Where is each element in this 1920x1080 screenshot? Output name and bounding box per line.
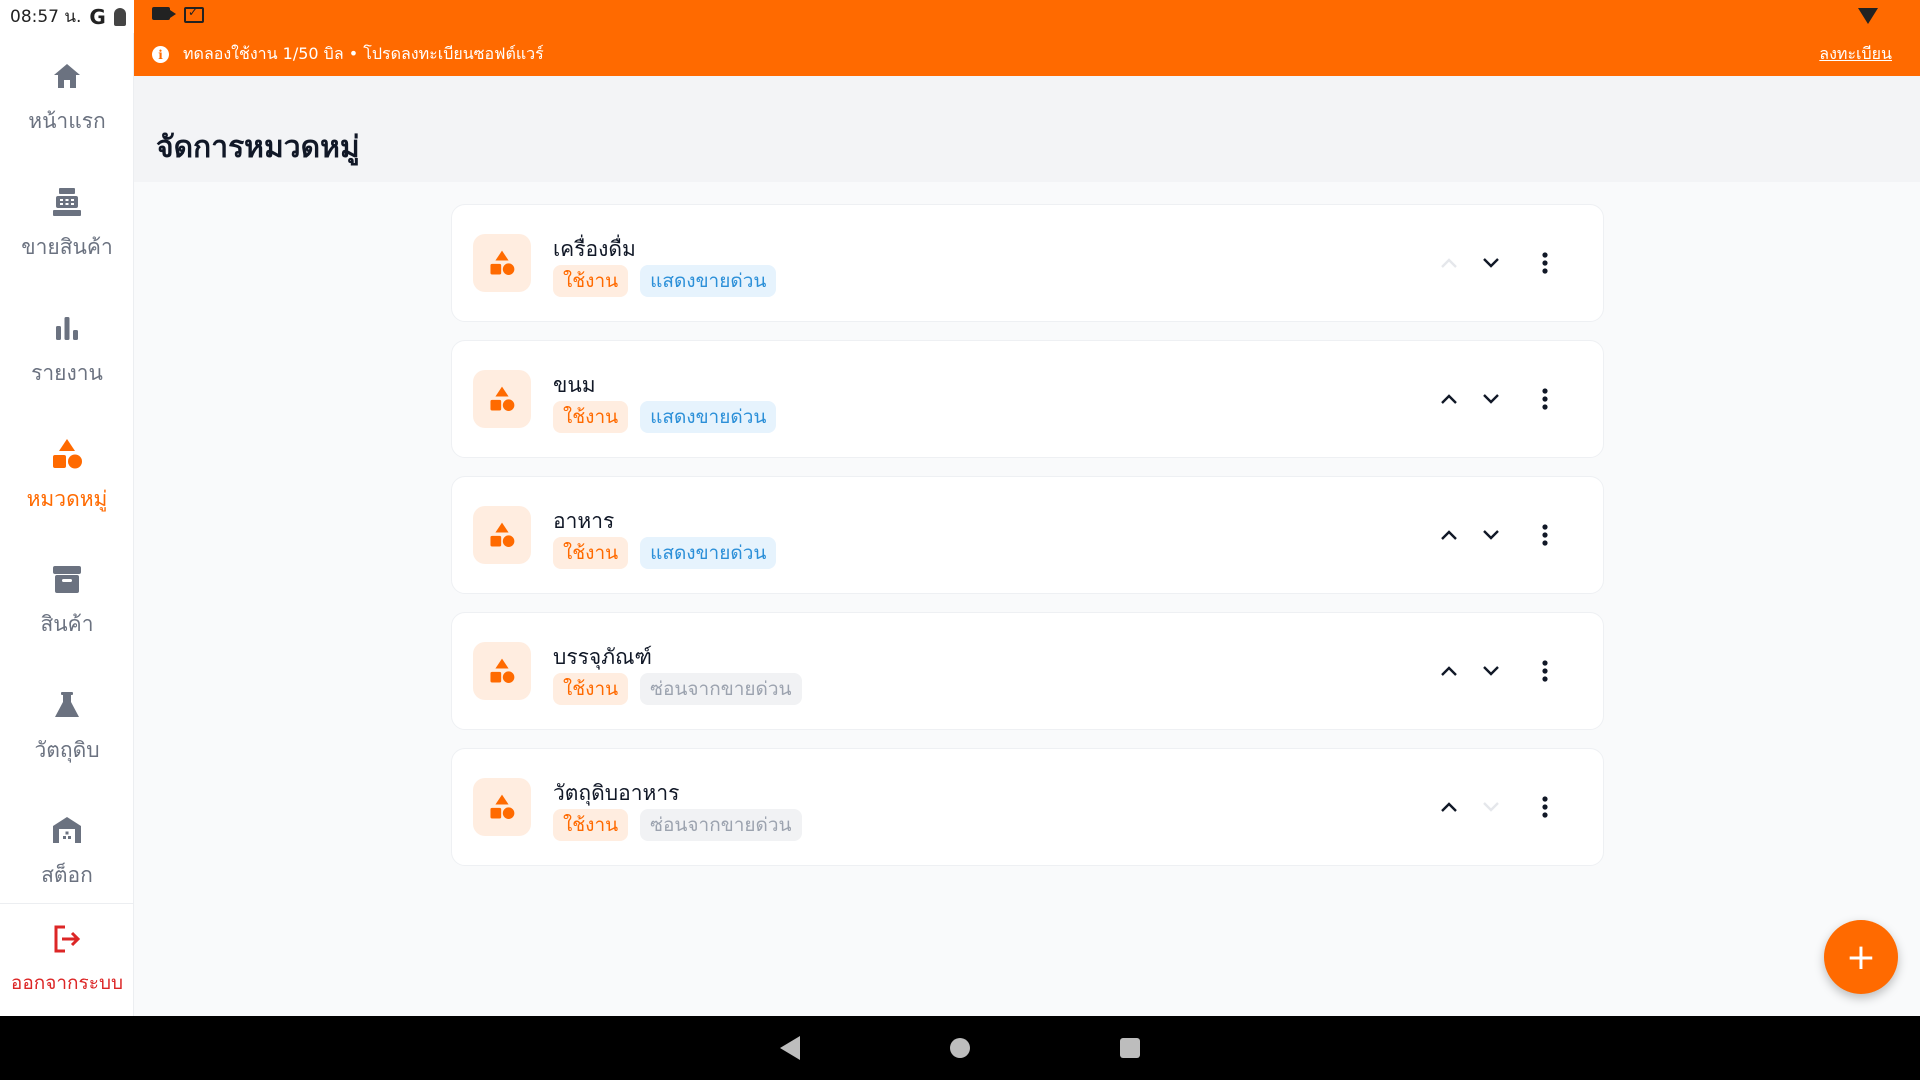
sidebar-item-label: หมวดหมู่ (26, 486, 108, 511)
logout-button[interactable]: ออกจากระบบ (0, 905, 134, 1015)
visibility-badge: ซ่อนจากขายด่วน (640, 673, 802, 705)
register-link[interactable]: ลงทะเบียน (1819, 42, 1892, 67)
sidebar-item-reports[interactable]: รายงาน (0, 295, 134, 405)
screen-cast-icon (184, 5, 204, 23)
sidebar: หน้าแรก ขายสินค้า รายงาน หมวดหมู่ สินค้า… (0, 33, 134, 1016)
category-name: ขนม (553, 373, 596, 397)
move-up-button[interactable] (1433, 791, 1465, 823)
category-name: อาหาร (553, 509, 615, 533)
visibility-badge: แสดงขายด่วน (640, 537, 777, 569)
main-content: เครื่องดื่ม ใช้งาน แสดงขายด่วน ขนม ใช้งา… (134, 182, 1920, 1016)
home-circle-icon[interactable] (950, 1038, 970, 1058)
category-badges: ใช้งาน แสดงขายด่วน (553, 401, 777, 433)
row-actions (1433, 655, 1561, 687)
sidebar-item-label: รายงาน (31, 360, 103, 385)
system-status-bar: 08:57 น. G (0, 0, 1920, 33)
more-options-button[interactable] (1529, 655, 1561, 687)
category-shapes-icon (473, 234, 531, 292)
category-shapes-icon (473, 642, 531, 700)
page-header: จัดการหมวดหมู่ (134, 76, 1920, 182)
row-actions (1433, 519, 1561, 551)
move-down-button[interactable] (1475, 247, 1507, 279)
row-actions (1433, 791, 1561, 823)
category-name: วัตถุดิบอาหาร (553, 781, 680, 805)
sidebar-item-categories[interactable]: หมวดหมู่ (0, 421, 134, 531)
category-shapes-icon (473, 370, 531, 428)
more-options-button[interactable] (1529, 247, 1561, 279)
move-up-button[interactable] (1433, 655, 1465, 687)
move-down-button[interactable] (1475, 791, 1507, 823)
category-shapes-icon (473, 778, 531, 836)
warehouse-icon (51, 813, 83, 847)
status-bar-left: 08:57 น. G (0, 0, 134, 33)
category-shapes-icon (50, 437, 84, 471)
status-badge: ใช้งาน (553, 673, 629, 705)
status-badge: ใช้งาน (553, 401, 629, 433)
cash-register-icon (51, 185, 83, 219)
status-notification-icons (152, 5, 204, 23)
banner-text: ทดลองใช้งาน 1/50 บิล • โปรดลงทะเบียนซอฟต… (183, 44, 544, 63)
category-row[interactable]: ขนม ใช้งาน แสดงขายด่วน (451, 340, 1604, 458)
row-actions (1433, 247, 1561, 279)
more-options-button[interactable] (1529, 791, 1561, 823)
category-badges: ใช้งาน ซ่อนจากขายด่วน (553, 809, 802, 841)
plus-icon: + (1845, 936, 1877, 978)
status-badge: ใช้งาน (553, 265, 629, 297)
visibility-badge: แสดงขายด่วน (640, 265, 777, 297)
logout-label: ออกจากระบบ (10, 972, 124, 994)
status-time: 08:57 น. (10, 7, 82, 27)
sidebar-divider (0, 903, 134, 904)
home-icon (52, 59, 82, 93)
move-down-button[interactable] (1475, 383, 1507, 415)
move-down-button[interactable] (1475, 519, 1507, 551)
video-camera-icon (152, 7, 176, 20)
move-up-button[interactable] (1433, 519, 1465, 551)
visibility-badge: แสดงขายด่วน (640, 401, 777, 433)
move-up-button[interactable] (1433, 383, 1465, 415)
status-badge: ใช้งาน (553, 537, 629, 569)
flask-icon (52, 688, 82, 722)
category-badges: ใช้งาน แสดงขายด่วน (553, 537, 777, 569)
sidebar-item-label: วัตถุดิบ (34, 737, 100, 762)
page-title: จัดการหมวดหมู่ (156, 130, 360, 165)
bar-chart-icon (53, 311, 81, 345)
category-shapes-icon (473, 506, 531, 564)
category-name: เครื่องดื่ม (553, 237, 636, 261)
category-row[interactable]: วัตถุดิบอาหาร ใช้งาน ซ่อนจากขายด่วน (451, 748, 1604, 866)
add-category-button[interactable]: + (1824, 920, 1898, 994)
row-actions (1433, 383, 1561, 415)
move-down-button[interactable] (1475, 655, 1507, 687)
status-badge: ใช้งาน (553, 809, 629, 841)
system-navigation-bar (0, 1016, 1920, 1080)
person-icon (113, 7, 126, 26)
sidebar-item-ingredients[interactable]: วัตถุดิบ (0, 672, 134, 782)
archive-box-icon (51, 562, 83, 596)
google-icon: G (89, 4, 106, 29)
category-name: บรรจุภัณฑ์ (553, 645, 652, 669)
sidebar-item-products[interactable]: สินค้า (0, 546, 134, 656)
category-row[interactable]: เครื่องดื่ม ใช้งาน แสดงขายด่วน (451, 204, 1604, 322)
category-badges: ใช้งาน แสดงขายด่วน (553, 265, 777, 297)
sidebar-item-stock[interactable]: สต็อก (0, 797, 134, 907)
sidebar-item-label: หน้าแรก (28, 108, 106, 133)
trial-banner: i ทดลองใช้งาน 1/50 บิล • โปรดลงทะเบียนซอ… (134, 33, 1920, 76)
recent-apps-icon[interactable] (1120, 1038, 1140, 1058)
sidebar-item-label: สต็อก (41, 862, 93, 887)
category-row[interactable]: บรรจุภัณฑ์ ใช้งาน ซ่อนจากขายด่วน (451, 612, 1604, 730)
sidebar-item-home[interactable]: หน้าแรก (0, 43, 134, 153)
sidebar-item-label: ขายสินค้า (21, 234, 113, 259)
more-options-button[interactable] (1529, 519, 1561, 551)
category-row[interactable]: อาหาร ใช้งาน แสดงขายด่วน (451, 476, 1604, 594)
visibility-badge: ซ่อนจากขายด่วน (640, 809, 802, 841)
info-icon: i (152, 46, 169, 63)
move-up-button[interactable] (1433, 247, 1465, 279)
sidebar-item-sell[interactable]: ขายสินค้า (0, 169, 134, 279)
wifi-icon (1858, 8, 1878, 24)
category-badges: ใช้งาน ซ่อนจากขายด่วน (553, 673, 802, 705)
logout-icon (51, 922, 83, 956)
more-options-button[interactable] (1529, 383, 1561, 415)
back-icon[interactable] (780, 1036, 800, 1060)
sidebar-item-label: สินค้า (40, 611, 94, 636)
category-list: เครื่องดื่ม ใช้งาน แสดงขายด่วน ขนม ใช้งา… (451, 204, 1604, 884)
